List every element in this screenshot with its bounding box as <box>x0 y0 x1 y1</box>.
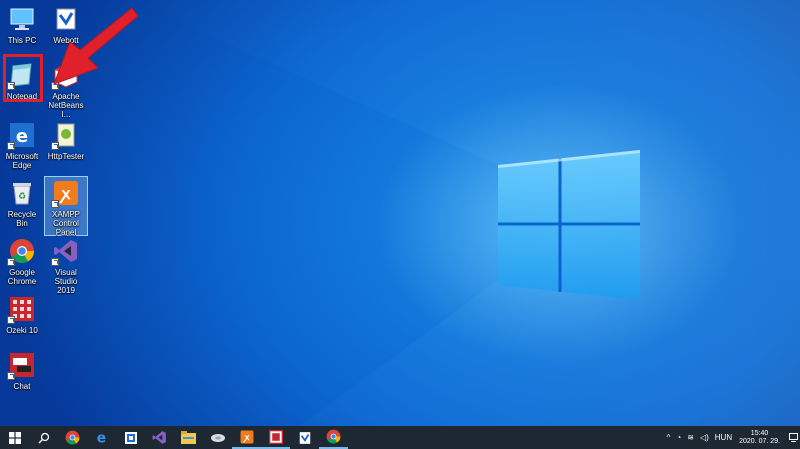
svg-text:♻: ♻ <box>18 192 26 202</box>
taskbar-file-explorer[interactable] <box>174 426 203 449</box>
recycle-bin-icon: ♻ <box>7 178 37 208</box>
shortcut-arrow-icon <box>7 258 15 266</box>
clock-date: 2020. 07. 29. <box>739 437 780 445</box>
desktop-icon-label: HttpTester <box>47 152 85 161</box>
taskbar-chrome-2[interactable] <box>319 426 348 449</box>
windows-logo-icon <box>8 431 21 444</box>
clock[interactable]: 15:40 2020. 07. 29. <box>739 430 780 446</box>
httptester-icon <box>51 120 81 150</box>
chrome-icon <box>7 236 37 266</box>
edge-icon: e <box>97 431 106 445</box>
taskbar-ozeki[interactable] <box>261 426 290 449</box>
file-explorer-icon <box>181 431 196 444</box>
taskbar-disk-tool[interactable] <box>203 426 232 449</box>
volume-icon[interactable]: ◁) <box>700 433 709 442</box>
taskbar-xampp[interactable]: ꭗ <box>232 426 261 449</box>
desktop-icon-label: Chat <box>13 382 31 391</box>
svg-text:e: e <box>16 126 28 147</box>
taskbar-visual-studio[interactable] <box>145 426 174 449</box>
system-tray: ^ ◔ ≋ ◁) HUN 15:40 2020. 07. 29. <box>664 426 800 449</box>
language-indicator[interactable]: HUN <box>715 433 732 442</box>
shortcut-arrow-icon <box>51 200 59 208</box>
store-icon <box>124 431 137 444</box>
shortcut-arrow-icon <box>7 316 15 324</box>
taskbar-edge[interactable]: e <box>87 426 116 449</box>
shortcut-arrow-icon <box>51 258 59 266</box>
wifi-icon[interactable]: ≋ <box>687 433 694 442</box>
svg-text:e: e <box>97 431 106 445</box>
taskbar-chrome[interactable] <box>58 426 87 449</box>
visual-studio-icon <box>152 431 166 444</box>
chevron-up-icon[interactable]: ^ <box>667 433 671 442</box>
start-button[interactable] <box>0 426 29 449</box>
desktop-icon-label: This PC <box>7 36 37 45</box>
search-button[interactable] <box>29 426 58 449</box>
desktop-icon-httptester[interactable]: HttpTester <box>46 120 86 161</box>
chrome-icon <box>326 429 341 444</box>
xampp-icon: ꭗ <box>51 178 81 208</box>
desktop-icon-xampp[interactable]: ꭗ XAMPP Control Panel <box>46 178 86 237</box>
shortcut-arrow-icon <box>7 142 15 150</box>
edge-icon: e <box>7 120 37 150</box>
shortcut-arrow-icon <box>7 372 15 380</box>
notifications-button[interactable] <box>786 426 800 449</box>
chat-icon <box>7 350 37 380</box>
chrome-icon <box>65 430 80 445</box>
desktop-icon-label: Visual Studio 2019 <box>54 268 78 295</box>
ozeki-icon <box>268 429 283 444</box>
notification-icon <box>788 433 798 442</box>
desktop-icon-visual-studio[interactable]: Visual Studio 2019 <box>46 236 86 295</box>
taskbar-store[interactable] <box>116 426 145 449</box>
desktop-icon-label: Google Chrome <box>7 268 37 286</box>
network-icon[interactable]: ◔ <box>676 433 681 442</box>
disk-icon <box>210 433 225 442</box>
annotation-arrow-icon <box>53 7 139 85</box>
xampp-icon: ꭗ <box>240 430 253 443</box>
desktop-icon-edge[interactable]: e Microsoft Edge <box>2 120 42 170</box>
desktop-icon-label: Microsoft Edge <box>5 152 39 170</box>
desktop-icon-chat[interactable]: Chat <box>2 350 42 391</box>
visual-studio-icon <box>51 236 81 266</box>
ozeki-icon <box>7 294 37 324</box>
desktop-icon-label: Apache NetBeans I... <box>48 92 84 119</box>
computer-icon <box>7 4 37 34</box>
search-icon <box>37 432 49 444</box>
desktop-icon-label: XAMPP Control Panel <box>51 210 80 237</box>
taskbar: e ꭗ ^ ◔ ≋ ◁) HUN 15:40 2020. 07. 29. <box>0 426 800 449</box>
desktop-icon-recycle-bin[interactable]: ♻ Recycle Bin <box>2 178 42 228</box>
webot-icon <box>299 431 310 444</box>
desktop-icon-chrome[interactable]: Google Chrome <box>2 236 42 286</box>
desktop-icon-label: Recycle Bin <box>7 210 37 228</box>
desktop-icon-label: Ozeki 10 <box>6 326 38 335</box>
desktop-icon-ozeki[interactable]: Ozeki 10 <box>2 294 42 335</box>
clock-time: 15:40 <box>750 429 769 437</box>
notepad-highlight-box <box>3 54 43 102</box>
desktop-icon-this-pc[interactable]: This PC <box>2 4 42 45</box>
desktop[interactable]: This PC Webott Notepad Apache NetBeans I… <box>0 0 800 426</box>
taskbar-webot[interactable] <box>290 426 319 449</box>
shortcut-arrow-icon <box>51 142 59 150</box>
